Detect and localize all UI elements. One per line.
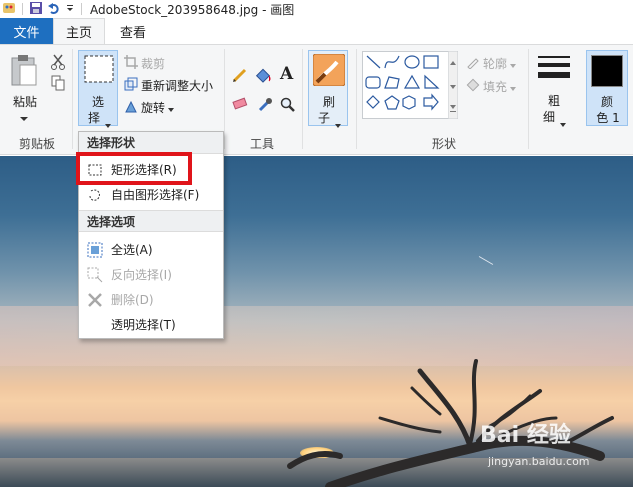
paint-window: AdobeStock_203958648.jpg - 画图 文件 主页 查看 粘… (0, 0, 633, 487)
annotation-highlight-box (76, 152, 192, 185)
group-separator (224, 49, 225, 149)
outline-dropdown-icon (510, 57, 517, 71)
fill-icon (466, 78, 480, 95)
select-dropdown-icon (105, 117, 111, 131)
fill-bucket-icon[interactable] (255, 66, 273, 87)
watermark-logo: Bai 经验 (480, 423, 571, 448)
pencil-icon[interactable] (232, 67, 248, 86)
color1-swatch (591, 55, 623, 87)
cut-icon[interactable] (51, 54, 65, 73)
freeform-select-icon (79, 188, 111, 202)
eraser-icon[interactable] (232, 97, 248, 114)
color1-label-1: 颜 (600, 95, 613, 109)
menu-item-transparent-select[interactable]: 透明选择(T) (79, 312, 223, 337)
color1-label-2: 色 1 (596, 111, 620, 125)
size-button[interactable]: 粗 细 (534, 50, 574, 127)
invert-select-icon (79, 267, 111, 283)
menu-section-shape: 选择形状 (79, 132, 223, 154)
resize-label: 重新调整大小 (141, 79, 214, 93)
window-title: AdobeStock_203958648.jpg - 画图 (90, 2, 295, 17)
rotate-label: 旋转 (141, 101, 166, 115)
rotate-dropdown-icon (168, 101, 175, 115)
menu-item-label: 自由图形选择(F) (111, 188, 200, 202)
fill-button[interactable]: 填充 (466, 78, 517, 95)
menu-item-freeform-select[interactable]: 自由图形选择(F) (79, 182, 223, 207)
magnifier-icon[interactable] (280, 97, 296, 116)
paste-dropdown-icon (20, 111, 28, 125)
tab-file[interactable]: 文件 (0, 18, 53, 44)
brushes-label-1: 刷 (322, 95, 335, 109)
fill-label: 填充 (483, 80, 508, 94)
baidu-jingyan-watermark: Bai 经验 jingyan.baidu.com (480, 417, 630, 477)
brushes-button[interactable]: 刷 子 (308, 50, 348, 128)
group-separator (302, 49, 303, 149)
text-icon[interactable]: A (280, 64, 293, 84)
clipboard-group-label: 剪贴板 (18, 137, 55, 151)
brush-icon (312, 53, 346, 89)
select-label-1: 选 (91, 95, 104, 109)
color1-button[interactable]: 颜 色 1 (586, 50, 628, 126)
title-separator (22, 3, 23, 15)
menu-item-invert-select[interactable]: 反向选择(I) (79, 262, 223, 287)
paste-label: 粘贴 (12, 95, 37, 109)
paint-app-icon (2, 1, 16, 18)
line-size-icon (538, 54, 570, 87)
brushes-dropdown-icon (335, 117, 341, 131)
menu-item-label: 删除(D) (111, 293, 154, 307)
rotate-button[interactable]: 旋转 (124, 99, 175, 116)
group-separator (356, 49, 357, 149)
color-picker-icon[interactable] (257, 97, 273, 116)
resize-button[interactable]: 重新调整大小 (124, 77, 213, 94)
crop-icon (124, 55, 138, 72)
menu-section-options: 选择选项 (79, 210, 223, 232)
menu-item-select-all[interactable]: 全选(A) (79, 237, 223, 262)
group-separator (528, 49, 529, 149)
group-separator (72, 49, 73, 149)
size-label-2: 细 (542, 110, 555, 124)
watermark-url: jingyan.baidu.com (488, 455, 590, 468)
crop-label: 裁剪 (141, 57, 166, 71)
menu-item-label: 反向选择(I) (111, 268, 172, 282)
save-icon[interactable] (29, 1, 43, 18)
shapes-group-label: 形状 (431, 137, 456, 151)
title-bar: AdobeStock_203958648.jpg - 画图 (0, 0, 633, 18)
crop-button[interactable]: 裁剪 (124, 55, 165, 72)
fill-dropdown-icon (510, 80, 517, 94)
shapes-gallery-icons (365, 55, 440, 111)
copy-icon[interactable] (51, 75, 65, 94)
size-dropdown-icon (560, 116, 566, 130)
ribbon-tabs: 文件 主页 查看 (0, 18, 633, 44)
select-label-2: 择 (87, 111, 100, 125)
menu-item-label: 全选(A) (111, 243, 153, 257)
select-rect-icon (84, 55, 114, 86)
paste-button[interactable]: 粘贴 (6, 51, 42, 121)
select-all-icon (79, 242, 111, 258)
resize-icon (124, 77, 138, 94)
shapes-scroll-icon[interactable] (447, 50, 459, 122)
paste-icon (9, 53, 39, 90)
select-button[interactable]: 选 择 (78, 50, 118, 128)
tab-home[interactable]: 主页 (53, 18, 105, 44)
menu-item-label: 透明选择(T) (111, 318, 176, 332)
delete-icon (79, 292, 111, 308)
brushes-label-2: 子 (317, 111, 330, 125)
tab-view[interactable]: 查看 (108, 18, 158, 44)
customize-qat-icon[interactable] (65, 2, 75, 16)
shapes-gallery[interactable] (362, 51, 458, 119)
rotate-icon (124, 99, 138, 116)
outline-button[interactable]: 轮廓 (466, 55, 517, 72)
outline-icon (466, 55, 480, 72)
outline-label: 轮廓 (483, 57, 508, 71)
title-separator-2 (81, 3, 82, 15)
undo-icon[interactable] (47, 1, 61, 18)
size-label-1: 粗 (547, 94, 560, 108)
menu-item-delete[interactable]: 删除(D) (79, 287, 223, 312)
tools-group-label: 工具 (249, 137, 274, 151)
